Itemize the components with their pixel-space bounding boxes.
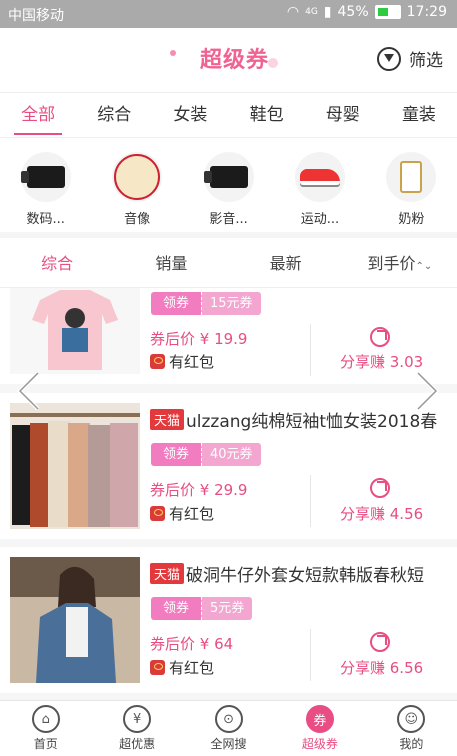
battery-icon [374,5,401,19]
chevron-right-icon[interactable] [410,370,444,412]
filter-button[interactable]: 筛选 [377,46,443,71]
tab-mother-baby[interactable]: 母婴 [305,93,381,137]
red-packet-icon [150,660,165,675]
nav-mine[interactable]: ☺ 我的 [366,701,457,756]
filter-label: 筛选 [409,51,443,71]
filter-icon [377,46,401,71]
wifi-icon: ◠ [286,4,300,20]
clock: 17:29 [406,4,447,20]
nav-search-all[interactable]: ⊙ 全网搜 [183,701,274,756]
tab-all[interactable]: 全部 [0,93,76,137]
share-earn[interactable]: 分享赚 3.03 [340,351,423,372]
logo-decoration [170,50,176,56]
red-packet: 有红包 [150,503,214,524]
bottom-nav: ⌂ 首页 ¥ 超优惠 ⊙ 全网搜 券 超级券 ☺ 我的 [0,700,457,756]
sort-comprehensive[interactable]: 综合 [0,240,114,287]
product-title[interactable]: 天猫 破洞牛仔外套女短款韩版春秋短 [150,561,451,586]
logo-decoration [268,58,278,68]
camcorder-icon [203,166,248,188]
sneaker-icon [299,169,340,185]
sort-arrows-icon: ⌃⌄ [415,261,433,272]
product-price: 券后价 ¥ 64 [150,635,234,653]
product-list: 领券 15元券 券后价 ¥ 19.9 有红包 分享赚 3.03 天猫 ulzza… [0,288,457,700]
share-icon[interactable] [370,632,390,652]
tab-kids-clothing[interactable]: 童装 [381,93,457,137]
poster-icon [114,154,161,200]
red-packet-icon [150,506,165,521]
tmall-badge: 天猫 [150,409,185,430]
product-card[interactable]: 天猫 破洞牛仔外套女短款韩版春秋短 领券 5元券 券后价 ¥ 64 有红包 分享赚… [0,547,457,693]
nav-super-coupon[interactable]: 券 超级券 [274,701,365,756]
camcorder-icon [20,166,65,188]
tab-comprehensive[interactable]: 综合 [76,93,152,137]
red-packet: 有红包 [150,351,214,372]
product-image [10,557,140,683]
share-earn[interactable]: 分享赚 6.56 [340,657,423,678]
yen-icon: ¥ [123,705,152,733]
red-packet-icon [150,354,165,369]
page-logo: 超级券 [200,48,270,73]
product-image [10,403,140,529]
sort-sales[interactable]: 销量 [114,240,228,287]
coupon-tag[interactable]: 领券 15元券 [151,292,261,315]
nav-home[interactable]: ⌂ 首页 [0,701,91,756]
product-card[interactable]: 领券 15元券 券后价 ¥ 19.9 有红包 分享赚 3.03 [0,288,457,384]
subcategory-av-equipment[interactable]: 影音... [183,140,274,232]
carrier-name: 中国移动 [8,8,64,24]
share-earn[interactable]: 分享赚 4.56 [340,503,423,524]
share-icon[interactable] [370,478,390,498]
tab-womens-clothing[interactable]: 女装 [152,93,228,137]
battery-percent: 45% [337,4,369,20]
search-icon: ⊙ [214,705,243,733]
subcategory-row: 数码... 音像 影音... 运动... 奶粉 [0,140,457,238]
product-title[interactable]: 天猫 ulzzang纯棉短袖t恤女装2018春 [150,407,451,432]
coupon-tag[interactable]: 领券 5元券 [151,597,253,620]
coupon-icon: 券 [305,705,334,733]
product-price: 券后价 ¥ 19.9 [150,330,248,348]
network-type: 4G [305,7,318,17]
tab-shoes-bags[interactable]: 鞋包 [229,93,305,137]
nav-super-deals[interactable]: ¥ 超优惠 [91,701,182,756]
tmall-badge: 天猫 [150,563,185,584]
red-packet: 有红包 [150,657,214,678]
home-icon: ⌂ [31,705,60,733]
subcategory-milk-powder[interactable]: 奶粉 [366,140,457,232]
product-price: 券后价 ¥ 29.9 [150,481,248,499]
smiley-icon: ☺ [397,705,426,733]
subcategory-sports[interactable]: 运动... [274,140,365,232]
category-tabs: 全部 综合 女装 鞋包 母婴 童装 [0,92,457,138]
status-bar: 中国移动 ◠ 4G ▮ 45% 17:29 [0,0,457,28]
product-card[interactable]: 天猫 ulzzang纯棉短袖t恤女装2018春 领券 40元券 券后价 ¥ 29.… [0,393,457,539]
sort-bar: 综合 销量 最新 到手价⌃⌄ [0,240,457,288]
chevron-left-icon[interactable] [12,370,46,412]
share-icon[interactable] [370,327,390,347]
sort-newest[interactable]: 最新 [229,240,343,287]
app-header: 超级券 筛选 [0,28,457,92]
subcategory-audio-video[interactable]: 音像 [91,140,182,232]
signal-icon: ▮ [323,4,332,20]
sort-final-price[interactable]: 到手价⌃⌄ [343,240,457,287]
product-image [10,288,140,374]
subcategory-digital[interactable]: 数码... [0,140,91,232]
coupon-tag[interactable]: 领券 40元券 [151,443,261,466]
milk-powder-icon [400,161,423,193]
